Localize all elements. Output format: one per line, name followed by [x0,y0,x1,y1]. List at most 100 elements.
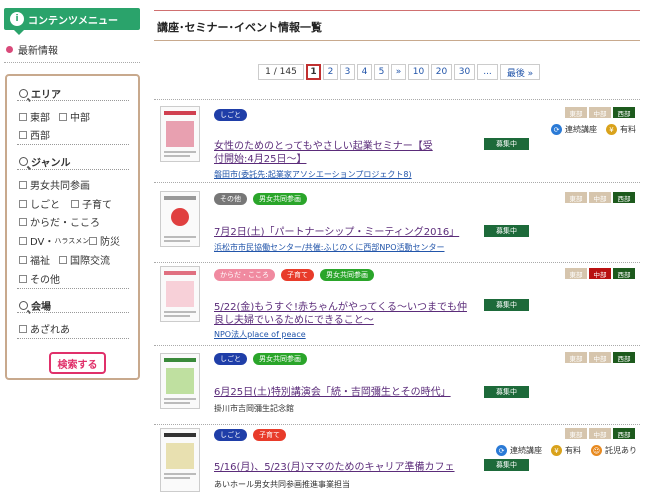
page-link[interactable]: 30 [454,64,475,80]
genre-tag[interactable]: しごと [214,429,247,441]
event-thumbnail[interactable] [160,428,200,492]
region-east: 東部 [565,192,587,203]
divider [154,10,640,11]
tag-list: その他 男女共同参画 [214,193,307,205]
divider [4,62,140,63]
region-indicators: 東部 中部 西部 [565,268,635,279]
tag-list: しごと [214,109,247,121]
info-icon: i [10,12,24,26]
event-title-link[interactable]: 5/16(月)、5/23(月)ママのためのキャリア準備カフェ [214,461,494,474]
event-thumbnail[interactable] [160,106,200,162]
series-icon: ⟳ [496,445,507,456]
event-thumbnail[interactable] [160,191,200,247]
region-east: 東部 [565,268,587,279]
status-badge: 募集中 [484,459,529,471]
area-checkbox-central[interactable]: 中部 [59,109,90,124]
region-central: 中部 [589,268,611,279]
pagination: 1 / 145 1 2 3 4 5 » 10 20 30 ... 最後 » [258,64,540,82]
genre-checkbox-childcare[interactable]: 子育て [71,196,112,211]
page-count: 1 / 145 [258,64,304,80]
series-icon: ⟳ [551,124,562,135]
page-link[interactable]: 4 [357,64,372,80]
region-west: 西部 [613,428,635,439]
region-central: 中部 [589,428,611,439]
status-badge: 募集中 [484,299,529,311]
genre-tag[interactable]: 子育て [253,429,286,441]
list-item: しごと 子育て 5/16(月)、5/23(月)ママのためのキャリア準備カフェ あ… [154,425,640,495]
region-east: 東部 [565,107,587,118]
next-page-link[interactable]: » [391,64,406,80]
area-filter-title: エリア [19,86,61,101]
organizer-link[interactable]: 磐田市(委託先:起業家アソシエーションプロジェクト8) [214,169,412,180]
genre-tag[interactable]: しごと [214,109,247,121]
genre-tag[interactable]: 男女共同参画 [253,353,307,365]
genre-tag[interactable]: からだ・こころ [214,269,275,281]
divider [17,312,129,313]
genre-checkbox-disaster-prevention[interactable]: 防災 [89,233,120,248]
genre-checkbox-body-mind[interactable]: からだ・こころ [19,214,100,229]
genre-checkbox-welfare[interactable]: 福祉 [19,252,50,267]
region-central: 中部 [589,352,611,363]
meta-paid: ¥ 有料 [606,124,636,135]
tag-list: からだ・こころ 子育て 男女共同参画 [214,269,374,281]
genre-tag[interactable]: 子育て [281,269,314,281]
genre-tag[interactable]: 男女共同参画 [320,269,374,281]
page-link-current[interactable]: 1 [306,64,321,80]
divider [17,288,129,289]
list-item: しごと 女性のためのとってもやさしい起業セミナー【受付開始:4月25日～】 磐田… [154,100,640,180]
event-thumbnail[interactable] [160,266,200,322]
genre-tag[interactable]: しごと [214,353,247,365]
page-link[interactable]: 20 [431,64,452,80]
list-item: からだ・こころ 子育て 男女共同参画 5/22(金)もうすぐ!赤ちゃんがやってく… [154,263,640,343]
region-east: 東部 [565,428,587,439]
event-thumbnail[interactable] [160,353,200,409]
region-indicators: 東部 中部 西部 [565,107,635,118]
latest-info-label: 最新情報 [18,46,58,57]
genre-checkbox-other[interactable]: その他 [19,271,60,286]
tag-list: しごと 子育て [214,429,286,441]
event-title-link[interactable]: 5/22(金)もうすぐ!赤ちゃんがやってくる～いつまでも仲良し夫婦でいるためにで… [214,301,476,327]
genre-checkbox-work[interactable]: しごと [19,196,60,211]
search-button[interactable]: 検索する [49,352,106,374]
organizer-name: 掛川市吉岡彌生記念館 [214,404,294,413]
list-item: しごと 男女共同参画 6月25日(土)特別講演会「続・吉岡彌生とその時代」 掛川… [154,346,640,421]
page-link[interactable]: 2 [323,64,338,80]
page-link[interactable]: 3 [340,64,355,80]
genre-tag[interactable]: 男女共同参画 [253,193,307,205]
region-central: 中部 [589,192,611,203]
meta-childcare: ☺ 託児あり [591,445,637,456]
divider [154,40,640,41]
divider [17,144,129,145]
yen-icon: ¥ [551,445,562,456]
organizer-name: あいホール男女共同参画推進事業担当 [214,480,350,489]
genre-tag[interactable]: その他 [214,193,247,205]
latest-info-link[interactable]: 最新情報 [6,42,58,57]
content-menu-header: i コンテンツメニュー [4,8,140,35]
page-link[interactable]: 5 [374,64,389,80]
filter-panel: エリア 東部 中部 西部 ジャンル 男女共同参画 しごと 子育て からだ・こころ… [5,74,140,380]
genre-checkbox-international[interactable]: 国際交流 [59,252,110,267]
search-icon [19,157,28,166]
status-badge: 募集中 [484,138,529,150]
genre-checkbox-dv-harassment[interactable]: DV・ ハラスメント [19,233,96,248]
event-title-link[interactable]: 女性のためのとってもやさしい起業セミナー【受付開始:4月25日～】 [214,140,442,166]
area-checkbox-east[interactable]: 東部 [19,109,50,124]
organizer-link[interactable]: NPO法人place of peace [214,329,306,340]
page-link[interactable]: 10 [408,64,429,80]
area-checkbox-west[interactable]: 西部 [19,127,50,142]
organizer-link[interactable]: 浜松市市民協働センター/共催:ふじのくに西部NPO活動センター [214,242,445,253]
venue-filter-title: 会場 [19,298,51,313]
event-title-link[interactable]: 6月25日(土)特別講演会「続・吉岡彌生とその時代」 [214,386,494,399]
meta-series: ⟳ 連続講座 [496,445,542,456]
last-page-link[interactable]: 最後 » [500,64,540,80]
divider [17,100,129,101]
event-title-link[interactable]: 7月2日(土)「パートナーシップ・ミーティング2016」 [214,226,494,239]
divider [17,169,129,170]
genre-checkbox-gender-equality[interactable]: 男女共同参画 [19,177,90,192]
region-west: 西部 [613,352,635,363]
search-icon [19,89,28,98]
venue-checkbox-azarea[interactable]: あざれあ [19,321,70,336]
region-west: 西部 [613,268,635,279]
region-indicators: 東部 中部 西部 [565,352,635,363]
page-title: 講座･セミナー･イベント情報一覧 [157,21,322,34]
